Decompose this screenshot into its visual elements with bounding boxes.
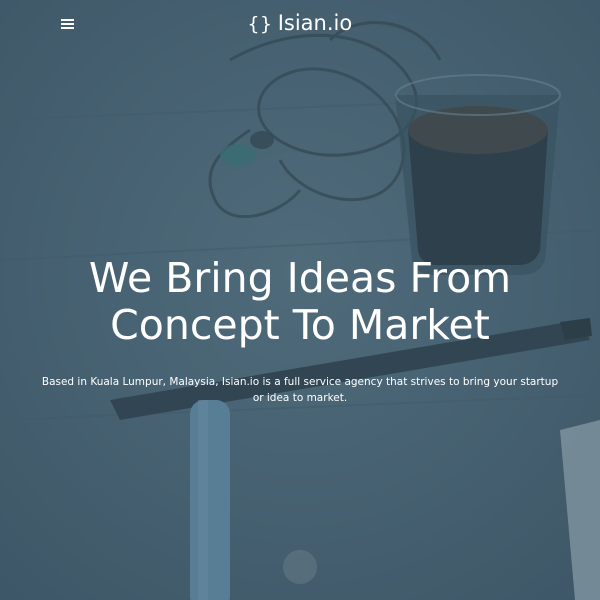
hero-section: {} Isian.io We Bring Ideas From Concept T… — [0, 0, 600, 600]
hero-headline: We Bring Ideas From Concept To Market — [88, 254, 512, 349]
hero-description: Based in Kuala Lumpur, Malaysia, Isian.i… — [41, 376, 559, 404]
curly-braces-logo-icon: {} — [247, 13, 273, 35]
top-navigation-bar: {} Isian.io — [0, 0, 600, 46]
brand-logo-link[interactable]: {} Isian.io — [0, 9, 600, 38]
scroll-down-icon[interactable] — [283, 550, 317, 584]
brand-name: Isian.io — [277, 11, 353, 35]
